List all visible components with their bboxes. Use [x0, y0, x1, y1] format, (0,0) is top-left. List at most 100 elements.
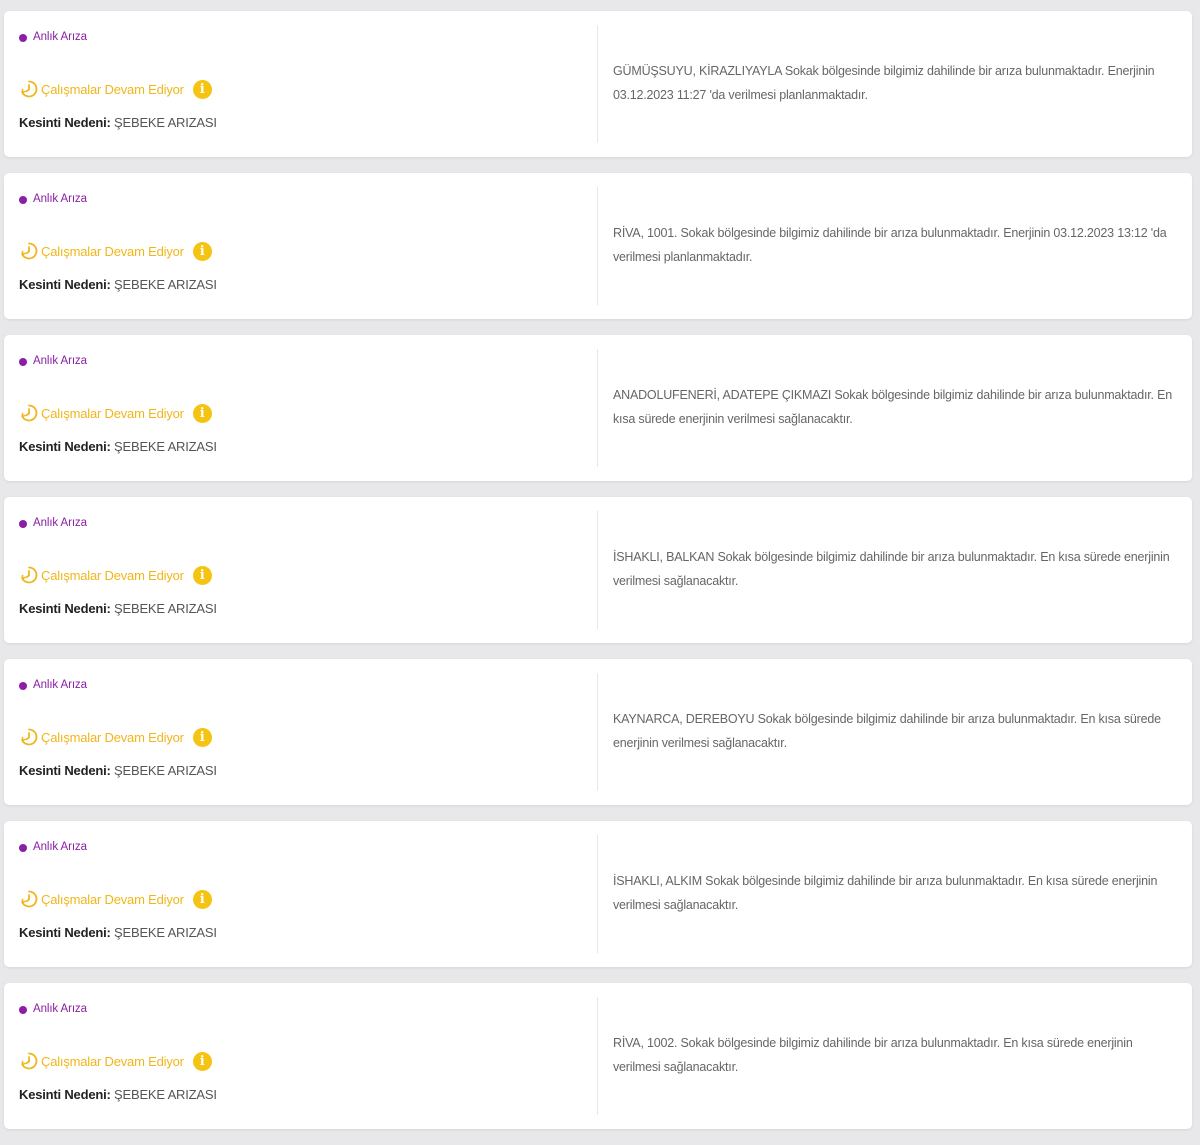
outage-type-label: Anlık Arıza [33, 679, 87, 691]
outage-detail: İSHAKLI, BALKAN Sokak bölgesinde bilgimi… [613, 497, 1180, 643]
outage-status: Çalışmalar Devam Ediyor i [19, 889, 212, 909]
outage-type-dot-icon [19, 1006, 27, 1014]
outage-reason-value: ŞEBEKE ARIZASI [114, 277, 217, 292]
card-divider [597, 673, 598, 791]
outage-summary: Anlık Arıza Çalışmalar Devam Ediyor i Ke… [4, 821, 597, 967]
outage-type: Anlık Arıza [19, 841, 87, 853]
outage-summary: Anlık Arıza Çalışmalar Devam Ediyor i Ke… [4, 659, 597, 805]
outage-reason: Kesinti Nedeni: ŞEBEKE ARIZASI [19, 115, 217, 130]
info-icon[interactable]: i [192, 1051, 212, 1071]
outage-summary: Anlık Arıza Çalışmalar Devam Ediyor i Ke… [4, 11, 597, 157]
outage-detail: KAYNARCA, DEREBOYU Sokak bölgesinde bilg… [613, 659, 1180, 805]
outage-reason: Kesinti Nedeni: ŞEBEKE ARIZASI [19, 601, 217, 616]
outage-card: Anlık Arıza Çalışmalar Devam Ediyor i Ke… [4, 11, 1192, 157]
outage-type: Anlık Arıza [19, 1003, 87, 1015]
outage-status-label: Çalışmalar Devam Ediyor [41, 1053, 184, 1069]
outage-type: Anlık Arıza [19, 679, 87, 691]
outage-card: Anlık Arıza Çalışmalar Devam Ediyor i Ke… [4, 821, 1192, 967]
outage-type-dot-icon [19, 34, 27, 42]
outage-reason: Kesinti Nedeni: ŞEBEKE ARIZASI [19, 1087, 217, 1102]
info-icon[interactable]: i [192, 727, 212, 747]
outage-reason: Kesinti Nedeni: ŞEBEKE ARIZASI [19, 763, 217, 778]
in-progress-clock-icon [21, 728, 38, 746]
outage-status: Çalışmalar Devam Ediyor i [19, 565, 212, 585]
outage-card: Anlık Arıza Çalışmalar Devam Ediyor i Ke… [4, 497, 1192, 643]
outage-status-label: Çalışmalar Devam Ediyor [41, 81, 184, 97]
outage-type-label: Anlık Arıza [33, 841, 87, 853]
outage-reason-value: ŞEBEKE ARIZASI [114, 1087, 217, 1102]
outage-reason-key: Kesinti Nedeni: [19, 277, 115, 292]
card-divider [597, 349, 598, 467]
outage-reason-value: ŞEBEKE ARIZASI [114, 439, 217, 454]
outage-type-label: Anlık Arıza [33, 517, 87, 529]
outage-reason-key: Kesinti Nedeni: [19, 925, 115, 940]
outage-type: Anlık Arıza [19, 355, 87, 367]
outage-detail: İSHAKLI, ALKIM Sokak bölgesinde bilgimiz… [613, 821, 1180, 967]
in-progress-clock-icon [21, 80, 38, 98]
info-icon[interactable]: i [192, 565, 212, 585]
outage-card: Anlık Arıza Çalışmalar Devam Ediyor i Ke… [4, 335, 1192, 481]
in-progress-clock-icon [21, 890, 38, 908]
card-divider [597, 835, 598, 953]
info-icon[interactable]: i [192, 79, 212, 99]
card-divider [597, 25, 598, 143]
outage-type: Anlık Arıza [19, 31, 87, 43]
outage-reason-value: ŞEBEKE ARIZASI [114, 925, 217, 940]
outage-reason: Kesinti Nedeni: ŞEBEKE ARIZASI [19, 439, 217, 454]
outage-reason-key: Kesinti Nedeni: [19, 601, 115, 616]
card-divider [597, 187, 598, 305]
outage-message: İSHAKLI, ALKIM Sokak bölgesinde bilgimiz… [613, 873, 1158, 912]
card-divider [597, 997, 598, 1115]
outage-card: Anlık Arıza Çalışmalar Devam Ediyor i Ke… [4, 983, 1192, 1129]
outage-card: Anlık Arıza Çalışmalar Devam Ediyor i Ke… [4, 173, 1192, 319]
outage-reason-key: Kesinti Nedeni: [19, 763, 115, 778]
outage-reason-value: ŞEBEKE ARIZASI [114, 115, 217, 130]
info-icon[interactable]: i [192, 889, 212, 909]
outage-message: İSHAKLI, BALKAN Sokak bölgesinde bilgimi… [613, 549, 1170, 588]
info-icon[interactable]: i [192, 241, 212, 261]
outage-type-label: Anlık Arıza [33, 1003, 87, 1015]
outage-type-dot-icon [19, 844, 27, 852]
outage-message: RİVA, 1001. Sokak bölgesinde bilgimiz da… [613, 225, 1167, 264]
outage-status: Çalışmalar Devam Ediyor i [19, 1051, 212, 1071]
outage-type-dot-icon [19, 520, 27, 528]
outage-status: Çalışmalar Devam Ediyor i [19, 79, 212, 99]
outage-type-dot-icon [19, 196, 27, 204]
outage-summary: Anlık Arıza Çalışmalar Devam Ediyor i Ke… [4, 983, 597, 1129]
outage-type-dot-icon [19, 358, 27, 366]
outage-reason-key: Kesinti Nedeni: [19, 115, 115, 130]
in-progress-clock-icon [21, 1052, 38, 1070]
outage-reason: Kesinti Nedeni: ŞEBEKE ARIZASI [19, 925, 217, 940]
outage-detail: ANADOLUFENERİ, ADATEPE ÇIKMAZI Sokak böl… [613, 335, 1180, 481]
outage-message: ANADOLUFENERİ, ADATEPE ÇIKMAZI Sokak böl… [613, 387, 1172, 426]
outage-message: GÜMÜŞSUYU, KİRAZLIYAYLA Sokak bölgesinde… [613, 63, 1155, 102]
outage-reason: Kesinti Nedeni: ŞEBEKE ARIZASI [19, 277, 217, 292]
outage-type-label: Anlık Arıza [33, 193, 87, 205]
outage-status-label: Çalışmalar Devam Ediyor [41, 567, 184, 583]
in-progress-clock-icon [21, 566, 38, 584]
card-divider [597, 511, 598, 629]
outage-type-label: Anlık Arıza [33, 31, 87, 43]
outage-summary: Anlık Arıza Çalışmalar Devam Ediyor i Ke… [4, 497, 597, 643]
outage-message: KAYNARCA, DEREBOYU Sokak bölgesinde bilg… [613, 711, 1161, 750]
outage-card: Anlık Arıza Çalışmalar Devam Ediyor i Ke… [4, 659, 1192, 805]
outage-reason-key: Kesinti Nedeni: [19, 439, 115, 454]
outage-status-label: Çalışmalar Devam Ediyor [41, 405, 184, 421]
outage-reason-key: Kesinti Nedeni: [19, 1087, 115, 1102]
outage-reason-value: ŞEBEKE ARIZASI [114, 601, 217, 616]
in-progress-clock-icon [21, 242, 38, 260]
outage-type-dot-icon [19, 682, 27, 690]
info-icon[interactable]: i [192, 403, 212, 423]
outage-status-label: Çalışmalar Devam Ediyor [41, 243, 184, 259]
outage-status: Çalışmalar Devam Ediyor i [19, 403, 212, 423]
outage-summary: Anlık Arıza Çalışmalar Devam Ediyor i Ke… [4, 335, 597, 481]
outage-detail: GÜMÜŞSUYU, KİRAZLIYAYLA Sokak bölgesinde… [613, 11, 1180, 157]
outage-type-label: Anlık Arıza [33, 355, 87, 367]
outage-detail: RİVA, 1002. Sokak bölgesinde bilgimiz da… [613, 983, 1180, 1129]
outage-detail: RİVA, 1001. Sokak bölgesinde bilgimiz da… [613, 173, 1180, 319]
outage-status-label: Çalışmalar Devam Ediyor [41, 891, 184, 907]
in-progress-clock-icon [21, 404, 38, 422]
outage-type: Anlık Arıza [19, 193, 87, 205]
outage-status: Çalışmalar Devam Ediyor i [19, 241, 212, 261]
outage-status-label: Çalışmalar Devam Ediyor [41, 729, 184, 745]
